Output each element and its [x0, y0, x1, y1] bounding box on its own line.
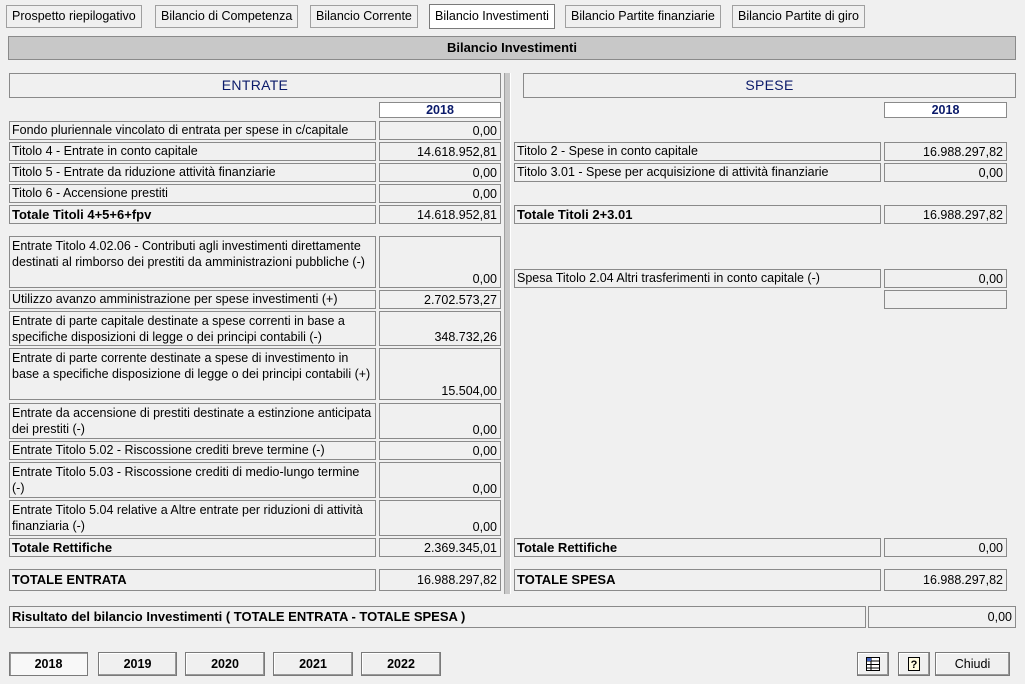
- entrate-value-capitale-correnti: 348.732,26: [379, 311, 501, 346]
- entrate-label-titolo504: Entrate Titolo 5.04 relative a Altre ent…: [9, 500, 376, 536]
- entrate-value-titolo502: 0,00: [379, 441, 501, 460]
- entrate-label-fpv: Fondo pluriennale vincolato di entrata p…: [9, 121, 376, 140]
- entrate-value-totale-titoli: 14.618.952,81: [379, 205, 501, 224]
- tab-partite-giro[interactable]: Bilancio Partite di giro: [732, 5, 865, 28]
- spese-value-totale-titoli: 16.988.297,82: [884, 205, 1007, 224]
- entrate-label-avanzo: Utilizzo avanzo amministrazione per spes…: [9, 290, 376, 309]
- tab-investimenti[interactable]: Bilancio Investimenti: [429, 4, 555, 29]
- entrate-label-contributi: Entrate Titolo 4.02.06 - Contributi agli…: [9, 236, 376, 288]
- entrate-value-corrente-investimento: 15.504,00: [379, 348, 501, 400]
- entrate-label-capitale-correnti: Entrate di parte capitale destinate a sp…: [9, 311, 376, 346]
- entrate-value-titolo504: 0,00: [379, 500, 501, 536]
- entrate-label-titolo5: Titolo 5 - Entrate da riduzione attività…: [9, 163, 376, 182]
- entrate-value-titolo503: 0,00: [379, 462, 501, 498]
- help-button[interactable]: ?: [898, 652, 930, 676]
- year-button-2020[interactable]: 2020: [185, 652, 265, 676]
- spese-label-titolo301: Titolo 3.01 - Spese per acquisizione di …: [514, 163, 881, 182]
- entrate-value-totale-rettifiche: 2.369.345,01: [379, 538, 501, 557]
- spese-value-titolo204: 0,00: [884, 269, 1007, 288]
- spese-value-titolo301: 0,00: [884, 163, 1007, 182]
- page-title: Bilancio Investimenti: [8, 36, 1016, 60]
- entrate-header: ENTRATE: [9, 73, 501, 98]
- spese-label-totale-spesa: TOTALE SPESA: [514, 569, 881, 591]
- entrate-label-titolo503: Entrate Titolo 5.03 - Riscossione credit…: [9, 462, 376, 498]
- entrate-label-totale-entrata: TOTALE ENTRATA: [9, 569, 376, 591]
- spese-label-titolo2: Titolo 2 - Spese in conto capitale: [514, 142, 881, 161]
- tab-partite-finanziarie[interactable]: Bilancio Partite finanziarie: [565, 5, 721, 28]
- table-button[interactable]: [857, 652, 889, 676]
- entrate-year: 2018: [379, 102, 501, 118]
- column-divider: [504, 73, 511, 594]
- tab-corrente[interactable]: Bilancio Corrente: [310, 5, 418, 28]
- year-button-2021[interactable]: 2021: [273, 652, 353, 676]
- entrate-label-titolo4: Titolo 4 - Entrate in conto capitale: [9, 142, 376, 161]
- spese-label-totale-rettifiche: Totale Rettifiche: [514, 538, 881, 557]
- year-button-2022[interactable]: 2022: [361, 652, 441, 676]
- risultato-label: Risultato del bilancio Investimenti ( TO…: [9, 606, 866, 628]
- spese-header: SPESE: [523, 73, 1016, 98]
- entrate-label-corrente-investimento: Entrate di parte corrente destinate a sp…: [9, 348, 376, 400]
- tab-prospetto[interactable]: Prospetto riepilogativo: [6, 5, 142, 28]
- spese-year: 2018: [884, 102, 1007, 118]
- tab-competenza[interactable]: Bilancio di Competenza: [155, 5, 299, 28]
- entrate-value-titolo4: 14.618.952,81: [379, 142, 501, 161]
- entrate-label-totale-rettifiche: Totale Rettifiche: [9, 538, 376, 557]
- entrate-value-titolo6: 0,00: [379, 184, 501, 203]
- spese-value-empty: [884, 290, 1007, 309]
- entrate-value-avanzo: 2.702.573,27: [379, 290, 501, 309]
- entrate-label-titolo502: Entrate Titolo 5.02 - Riscossione credit…: [9, 441, 376, 460]
- entrate-value-totale-entrata: 16.988.297,82: [379, 569, 501, 591]
- year-button-2018[interactable]: 2018: [9, 652, 88, 676]
- entrate-value-fpv: 0,00: [379, 121, 501, 140]
- risultato-value: 0,00: [868, 606, 1016, 628]
- spese-label-titolo204: Spesa Titolo 2.04 Altri trasferimenti in…: [514, 269, 881, 288]
- entrate-label-totale-titoli: Totale Titoli 4+5+6+fpv: [9, 205, 376, 224]
- spese-value-titolo2: 16.988.297,82: [884, 142, 1007, 161]
- spese-label-totale-titoli: Totale Titoli 2+3.01: [514, 205, 881, 224]
- year-button-2019[interactable]: 2019: [98, 652, 177, 676]
- svg-text:?: ?: [911, 659, 918, 671]
- help-icon: ?: [908, 657, 920, 671]
- entrate-label-titolo6: Titolo 6 - Accensione prestiti: [9, 184, 376, 203]
- entrate-label-estinzione: Entrate da accensione di prestiti destin…: [9, 403, 376, 439]
- spese-value-totale-spesa: 16.988.297,82: [884, 569, 1007, 591]
- entrate-value-estinzione: 0,00: [379, 403, 501, 439]
- table-icon: [866, 657, 880, 671]
- spese-value-totale-rettifiche: 0,00: [884, 538, 1007, 557]
- close-button[interactable]: Chiudi: [935, 652, 1010, 676]
- entrate-value-contributi: 0,00: [379, 236, 501, 288]
- entrate-value-titolo5: 0,00: [379, 163, 501, 182]
